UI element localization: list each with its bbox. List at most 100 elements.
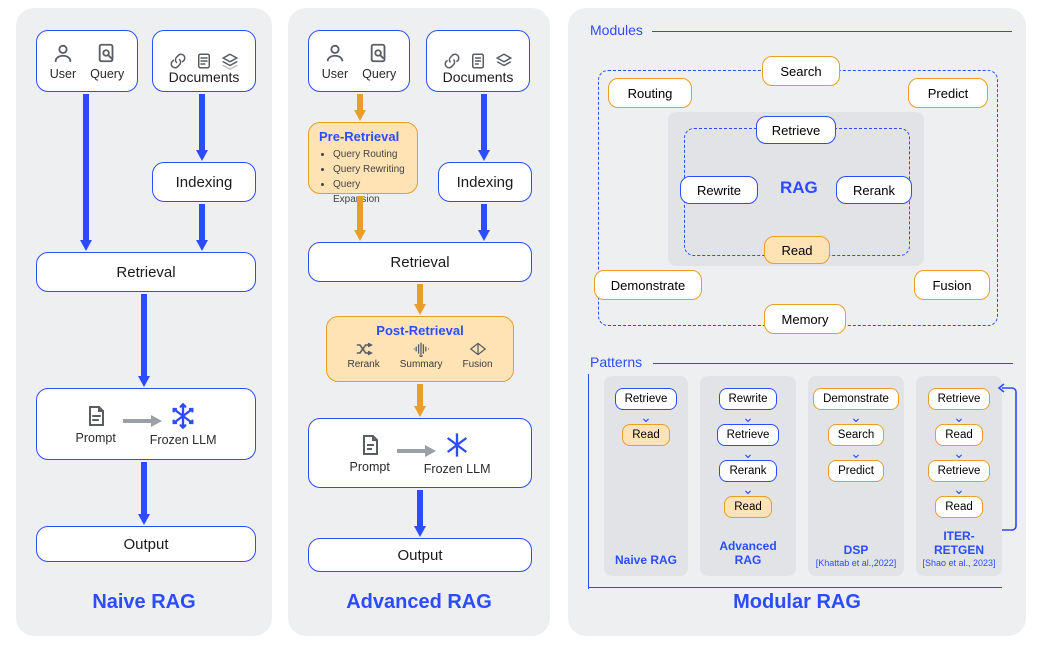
cell-prompt: Prompt [76, 404, 116, 445]
snowflake-icon [443, 431, 471, 459]
frozenllm-label: Frozen LLM [150, 433, 217, 447]
pattern-step: Read [935, 424, 983, 446]
pattern-step: Retrieve [928, 460, 991, 482]
patterns-section-label: Patterns [590, 354, 642, 370]
fusion-icon [468, 341, 488, 357]
indexing-label: Indexing [457, 174, 514, 191]
pattern-step: Read [622, 424, 670, 446]
pattern-col-dsp: Demonstrate ⌄ Search ⌄ Predict DSP[Khattab et… [808, 376, 904, 576]
panel-title-modular: Modular RAG [568, 591, 1026, 614]
pre-retrieval-list: Query Routing Query Rewriting Query Expa… [319, 147, 407, 207]
post-retrieval-title: Post-Retrieval [335, 323, 505, 338]
node-output: Output [308, 538, 532, 572]
box-pre-retrieval: Pre-Retrieval Query Routing Query Rewrit… [308, 122, 418, 194]
pattern-title: DSP[Khattab et al.,2022] [816, 544, 897, 568]
chevron-down-icon: ⌄ [640, 413, 652, 421]
box-post-retrieval: Post-Retrieval Rerank Summary Fusion [326, 316, 514, 382]
prompt-doc-icon [84, 404, 108, 428]
search-doc-icon [368, 42, 390, 64]
output-label: Output [123, 536, 168, 553]
prompt-doc-icon [358, 433, 382, 457]
pattern-step: Retrieve [717, 424, 780, 446]
layers-icon [221, 52, 239, 70]
modules-section-label: Modules [590, 22, 643, 38]
layers-icon [495, 52, 513, 70]
pill-read: Read [764, 236, 830, 264]
post-summary: Summary [400, 341, 443, 370]
pattern-step: Predict [828, 460, 884, 482]
pre-item: Query Rewriting [333, 162, 407, 177]
link-icon [169, 52, 187, 70]
pattern-step: Read [724, 496, 772, 518]
panel-title-advanced: Advanced RAG [288, 591, 550, 614]
rag-center-label: RAG [780, 178, 818, 198]
pill-rewrite: Rewrite [680, 176, 758, 204]
indexing-label: Indexing [176, 174, 233, 191]
pill-retrieve: Retrieve [756, 116, 836, 144]
doc-icon [195, 52, 213, 70]
user-label: User [322, 67, 348, 81]
prompt-label: Prompt [350, 460, 390, 474]
pattern-step: Search [828, 424, 884, 446]
pill-predict: Predict [908, 78, 988, 108]
pattern-step: Rerank [719, 460, 776, 482]
chevron-down-icon: ⌄ [742, 413, 754, 421]
node-indexing: Indexing [152, 162, 256, 202]
prompt-label: Prompt [76, 431, 116, 445]
pill-search: Search [762, 56, 840, 86]
chevron-down-icon: ⌄ [742, 449, 754, 457]
pre-item: Query Expansion [333, 177, 407, 207]
panel-naive-rag: Naive RAG User Query Documents Indexing [16, 8, 272, 636]
pattern-title: Naive RAG [615, 554, 677, 568]
pattern-col-iter: Retrieve⌄Read⌄Retrieve⌄ReadITER-RETGEN[S… [916, 376, 1002, 576]
node-retrieval: Retrieval [36, 252, 256, 292]
iter-loop-arrow [1000, 384, 1020, 538]
search-doc-icon [96, 42, 118, 64]
pattern-title: Advanced RAG [706, 540, 790, 568]
node-documents: Documents [152, 30, 256, 92]
node-output: Output [36, 526, 256, 562]
documents-label: Documents [169, 69, 240, 85]
pill-fusion: Fusion [914, 270, 990, 300]
user-label: User [50, 67, 76, 81]
patterns-bracket [588, 374, 589, 589]
pattern-step: Rewrite [719, 388, 778, 410]
node-prompt-frozen: Prompt Frozen LLM [36, 388, 256, 460]
post-fusion: Fusion [463, 341, 493, 370]
snowflake-icon [169, 402, 197, 430]
soundwave-icon [411, 341, 431, 357]
pre-item: Query Routing [333, 147, 407, 162]
panel-title-naive: Naive RAG [16, 591, 272, 614]
node-user-query: User Query [36, 30, 138, 92]
pill-memory: Memory [764, 304, 846, 334]
pattern-step: Demonstrate [813, 388, 899, 410]
frozenllm-label: Frozen LLM [424, 462, 491, 476]
cell-query: Query [90, 42, 124, 81]
node-documents: Documents [426, 30, 530, 92]
query-label: Query [362, 67, 396, 81]
person-icon [324, 42, 346, 64]
chevron-down-icon: ⌄ [850, 413, 862, 421]
panel-modular-rag: Modular RAG Modules Routing Search Predi… [568, 8, 1026, 636]
link-icon [443, 52, 461, 70]
pre-retrieval-title: Pre-Retrieval [319, 129, 407, 144]
node-retrieval: Retrieval [308, 242, 532, 282]
pattern-col-naive: Retrieve ⌄ Read Naive RAG [604, 376, 688, 576]
post-rerank: Rerank [347, 341, 379, 370]
node-indexing: Indexing [438, 162, 532, 202]
pattern-step: Read [935, 496, 983, 518]
chevron-down-icon: ⌄ [953, 449, 965, 457]
pattern-step: Retrieve [615, 388, 678, 410]
node-user-query: User Query [308, 30, 410, 92]
panel-advanced-rag: Advanced RAG User Query Documents Pre-Re… [288, 8, 550, 636]
pill-routing: Routing [608, 78, 692, 108]
chevron-down-icon: ⌄ [953, 413, 965, 421]
shuffle-icon [354, 341, 374, 357]
chevron-down-icon: ⌄ [953, 485, 965, 493]
chevron-down-icon: ⌄ [850, 449, 862, 457]
doc-icon [469, 52, 487, 70]
person-icon [52, 42, 74, 64]
pattern-col-advanced: Rewrite⌄Retrieve⌄Rerank⌄ReadAdvanced RAG [700, 376, 796, 576]
output-label: Output [397, 547, 442, 564]
retrieval-label: Retrieval [390, 254, 449, 271]
